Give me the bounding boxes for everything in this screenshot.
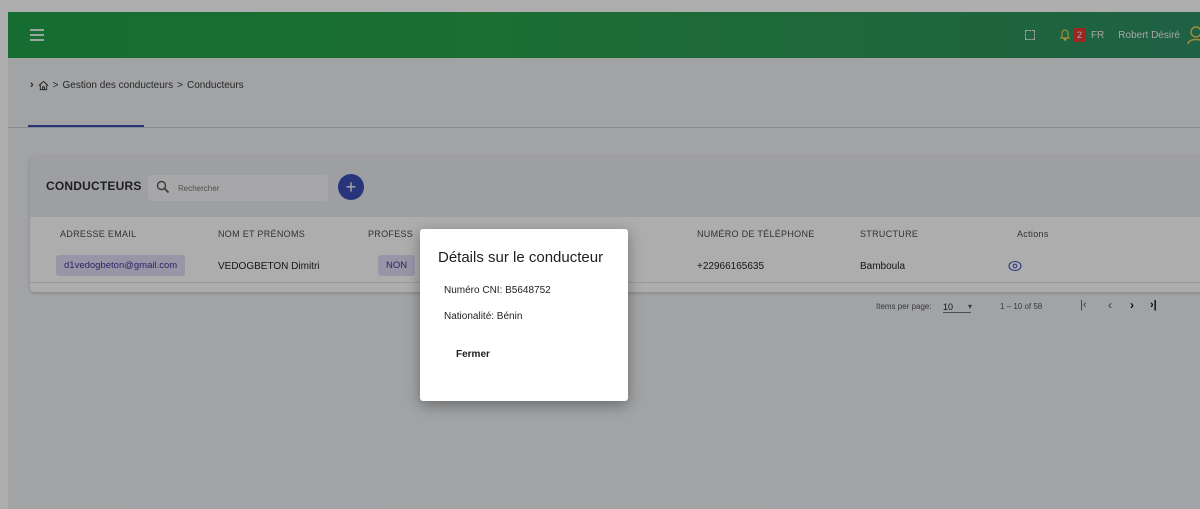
close-button[interactable]: Fermer [446, 345, 500, 364]
dialog-title: Détails sur le conducteur [438, 249, 604, 266]
cni-number: Numéro CNI: B5648752 [444, 285, 551, 296]
nationality: Nationalité: Bénin [444, 311, 523, 322]
driver-details-dialog: Détails sur le conducteur Numéro CNI: B5… [420, 229, 628, 401]
